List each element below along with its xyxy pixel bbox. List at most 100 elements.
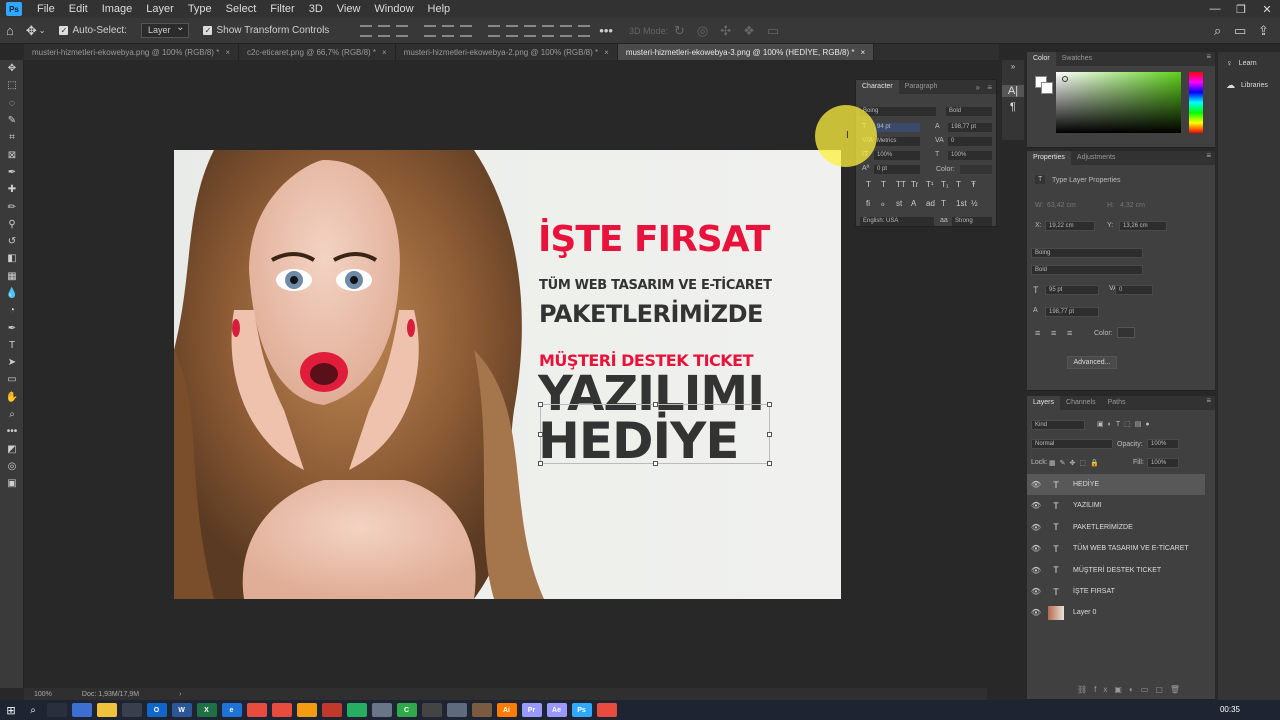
show-transform-checkbox[interactable]: ✓ Show Transform Controls: [203, 25, 329, 36]
taskbar-app-icon[interactable]: [246, 703, 267, 717]
photoshop-logo-icon[interactable]: Ps: [6, 2, 22, 16]
layer-row[interactable]: 👁 T HEDİYE: [1027, 474, 1205, 495]
layer-filter-select[interactable]: Kind: [1031, 420, 1085, 430]
document-tab[interactable]: musteri-hizmetleri-ekowebya.png @ 100% (…: [24, 44, 239, 60]
language-select[interactable]: English: USA: [860, 217, 934, 226]
type-style-button[interactable]: T₁: [941, 180, 949, 189]
visibility-eye-icon[interactable]: 👁: [1027, 501, 1045, 510]
type-style-button[interactable]: T: [881, 180, 886, 189]
opentype-button[interactable]: A: [911, 199, 916, 208]
menu-layer[interactable]: Layer: [139, 3, 181, 15]
menu-select[interactable]: Select: [219, 3, 264, 15]
layer-row[interactable]: 👁 T İŞTE FIRSAT: [1027, 581, 1205, 602]
distribute-left-icon[interactable]: [542, 24, 555, 37]
more-tool-icon[interactable]: •••: [0, 423, 24, 440]
close-tab-icon[interactable]: ×: [382, 48, 387, 57]
layer-actions-bar[interactable]: ⛓fx▣◐▭▢🗑: [1077, 685, 1187, 694]
menu-view[interactable]: View: [330, 3, 368, 15]
tracking-field[interactable]: 0: [948, 137, 992, 146]
opentype-button[interactable]: ad: [926, 199, 935, 208]
layer-row[interactable]: 👁 T MÜŞTERİ DESTEK TICKET: [1027, 560, 1205, 581]
gradient-tool-icon[interactable]: ▦: [0, 268, 24, 285]
dodge-tool-icon[interactable]: ◔: [0, 302, 24, 319]
menu-help[interactable]: Help: [421, 3, 458, 15]
taskbar-app-icon[interactable]: O: [146, 703, 167, 717]
menu-image[interactable]: Image: [95, 3, 140, 15]
taskbar-app-icon[interactable]: W: [171, 703, 192, 717]
taskbar-app-icon[interactable]: [596, 703, 617, 717]
menu-3d[interactable]: 3D: [302, 3, 330, 15]
background-color-swatch[interactable]: [1041, 82, 1053, 94]
history-brush-tool-icon[interactable]: ↺: [0, 233, 24, 250]
x-position-field[interactable]: 19,22 cm: [1045, 221, 1095, 231]
tab-properties[interactable]: Properties: [1027, 151, 1071, 165]
menu-file[interactable]: File: [30, 3, 62, 15]
distribute-middle-icon[interactable]: [506, 24, 519, 37]
layer-row[interactable]: 👁 T YAZILIMI: [1027, 495, 1205, 516]
opentype-button[interactable]: st: [896, 199, 902, 208]
more-options-icon[interactable]: •••: [599, 23, 613, 38]
type-style-button[interactable]: T¹: [926, 180, 934, 189]
libraries-button[interactable]: ☁ Libraries: [1218, 74, 1280, 96]
taskbar-app-icon[interactable]: [96, 703, 117, 717]
share-icon[interactable]: ⇪: [1258, 23, 1269, 39]
align-right-icon[interactable]: [460, 24, 473, 37]
screen-mode-tool-icon[interactable]: ▣: [0, 475, 24, 492]
vertical-scale-field[interactable]: 100%: [874, 151, 920, 160]
document-tab[interactable]: musteri-hizmetleri-ekowebya-2.png @ 100%…: [396, 44, 618, 60]
color-swatch[interactable]: [1117, 327, 1135, 338]
pen-tool-icon[interactable]: ✒: [0, 319, 24, 336]
visibility-eye-icon[interactable]: 👁: [1027, 480, 1045, 489]
panel-menu-icon[interactable]: ≡: [1206, 52, 1211, 61]
opentype-button[interactable]: ½: [971, 199, 978, 208]
visibility-eye-icon[interactable]: 👁: [1027, 608, 1045, 617]
auto-select-checkbox[interactable]: ✓ Auto-Select:: [59, 25, 127, 36]
character-panel-icon[interactable]: A|: [1002, 85, 1024, 97]
menu-edit[interactable]: Edit: [62, 3, 95, 15]
advanced-button[interactable]: Advanced...: [1067, 356, 1117, 369]
zoom-level[interactable]: 100%: [34, 691, 52, 698]
opentype-button[interactable]: T: [941, 199, 946, 208]
taskbar-app-icon[interactable]: [421, 703, 442, 717]
taskbar-app-icon[interactable]: [46, 703, 67, 717]
tab-channels[interactable]: Channels: [1060, 396, 1102, 410]
distribute-center-icon[interactable]: [560, 24, 573, 37]
transform-handle[interactable]: [538, 402, 543, 407]
opentype-button[interactable]: 1st: [956, 199, 967, 208]
align-top-icon[interactable]: [360, 24, 373, 37]
type-style-button[interactable]: TT: [896, 180, 906, 189]
layer-row[interactable]: 👁 T TÜM WEB TASARIM VE E-TİCARET: [1027, 538, 1205, 559]
learn-button[interactable]: ♀ Learn: [1218, 52, 1280, 74]
taskbar-app-icon[interactable]: Ae: [546, 703, 567, 717]
home-icon[interactable]: ⌂: [6, 23, 14, 38]
distribute-bottom-icon[interactable]: [524, 24, 537, 37]
opacity-field[interactable]: 100%: [1147, 439, 1179, 449]
type-style-button[interactable]: T: [866, 180, 871, 189]
transform-bounding-box[interactable]: [538, 402, 772, 466]
eyedropper-tool-icon[interactable]: ✒: [0, 164, 24, 181]
system-clock[interactable]: 00:35: [1220, 700, 1240, 720]
move-tool-icon[interactable]: ✥: [0, 60, 24, 77]
taskbar-app-icon[interactable]: [121, 703, 142, 717]
marquee-tool-icon[interactable]: ⬚: [0, 77, 24, 94]
transform-handle[interactable]: [653, 461, 658, 466]
tab-paragraph[interactable]: Paragraph: [899, 80, 944, 94]
picker-cursor[interactable]: [1062, 76, 1068, 82]
taskbar-app-icon[interactable]: e: [221, 703, 242, 717]
panel-menu-icon[interactable]: ≡: [1206, 396, 1211, 405]
menu-type[interactable]: Type: [181, 3, 219, 15]
layer-row[interactable]: 👁 Layer 0: [1027, 602, 1205, 623]
frame-tool-icon[interactable]: ⊠: [0, 146, 24, 163]
antialias-select[interactable]: Strong: [952, 217, 992, 226]
tab-adjustments[interactable]: Adjustments: [1071, 151, 1122, 165]
healing-tool-icon[interactable]: ✚: [0, 181, 24, 198]
tab-color[interactable]: Color: [1027, 52, 1056, 66]
color-picker-field[interactable]: [1056, 72, 1181, 133]
transform-handle[interactable]: [767, 402, 772, 407]
stamp-tool-icon[interactable]: ⚲: [0, 216, 24, 233]
paragraph-panel-icon[interactable]: ¶: [1002, 101, 1024, 113]
align-bottom-icon[interactable]: [396, 24, 409, 37]
leading-field[interactable]: 198,77 pt: [1045, 307, 1099, 317]
workspace-icon[interactable]: ▭: [1234, 23, 1246, 39]
taskbar-app-icon[interactable]: [471, 703, 492, 717]
